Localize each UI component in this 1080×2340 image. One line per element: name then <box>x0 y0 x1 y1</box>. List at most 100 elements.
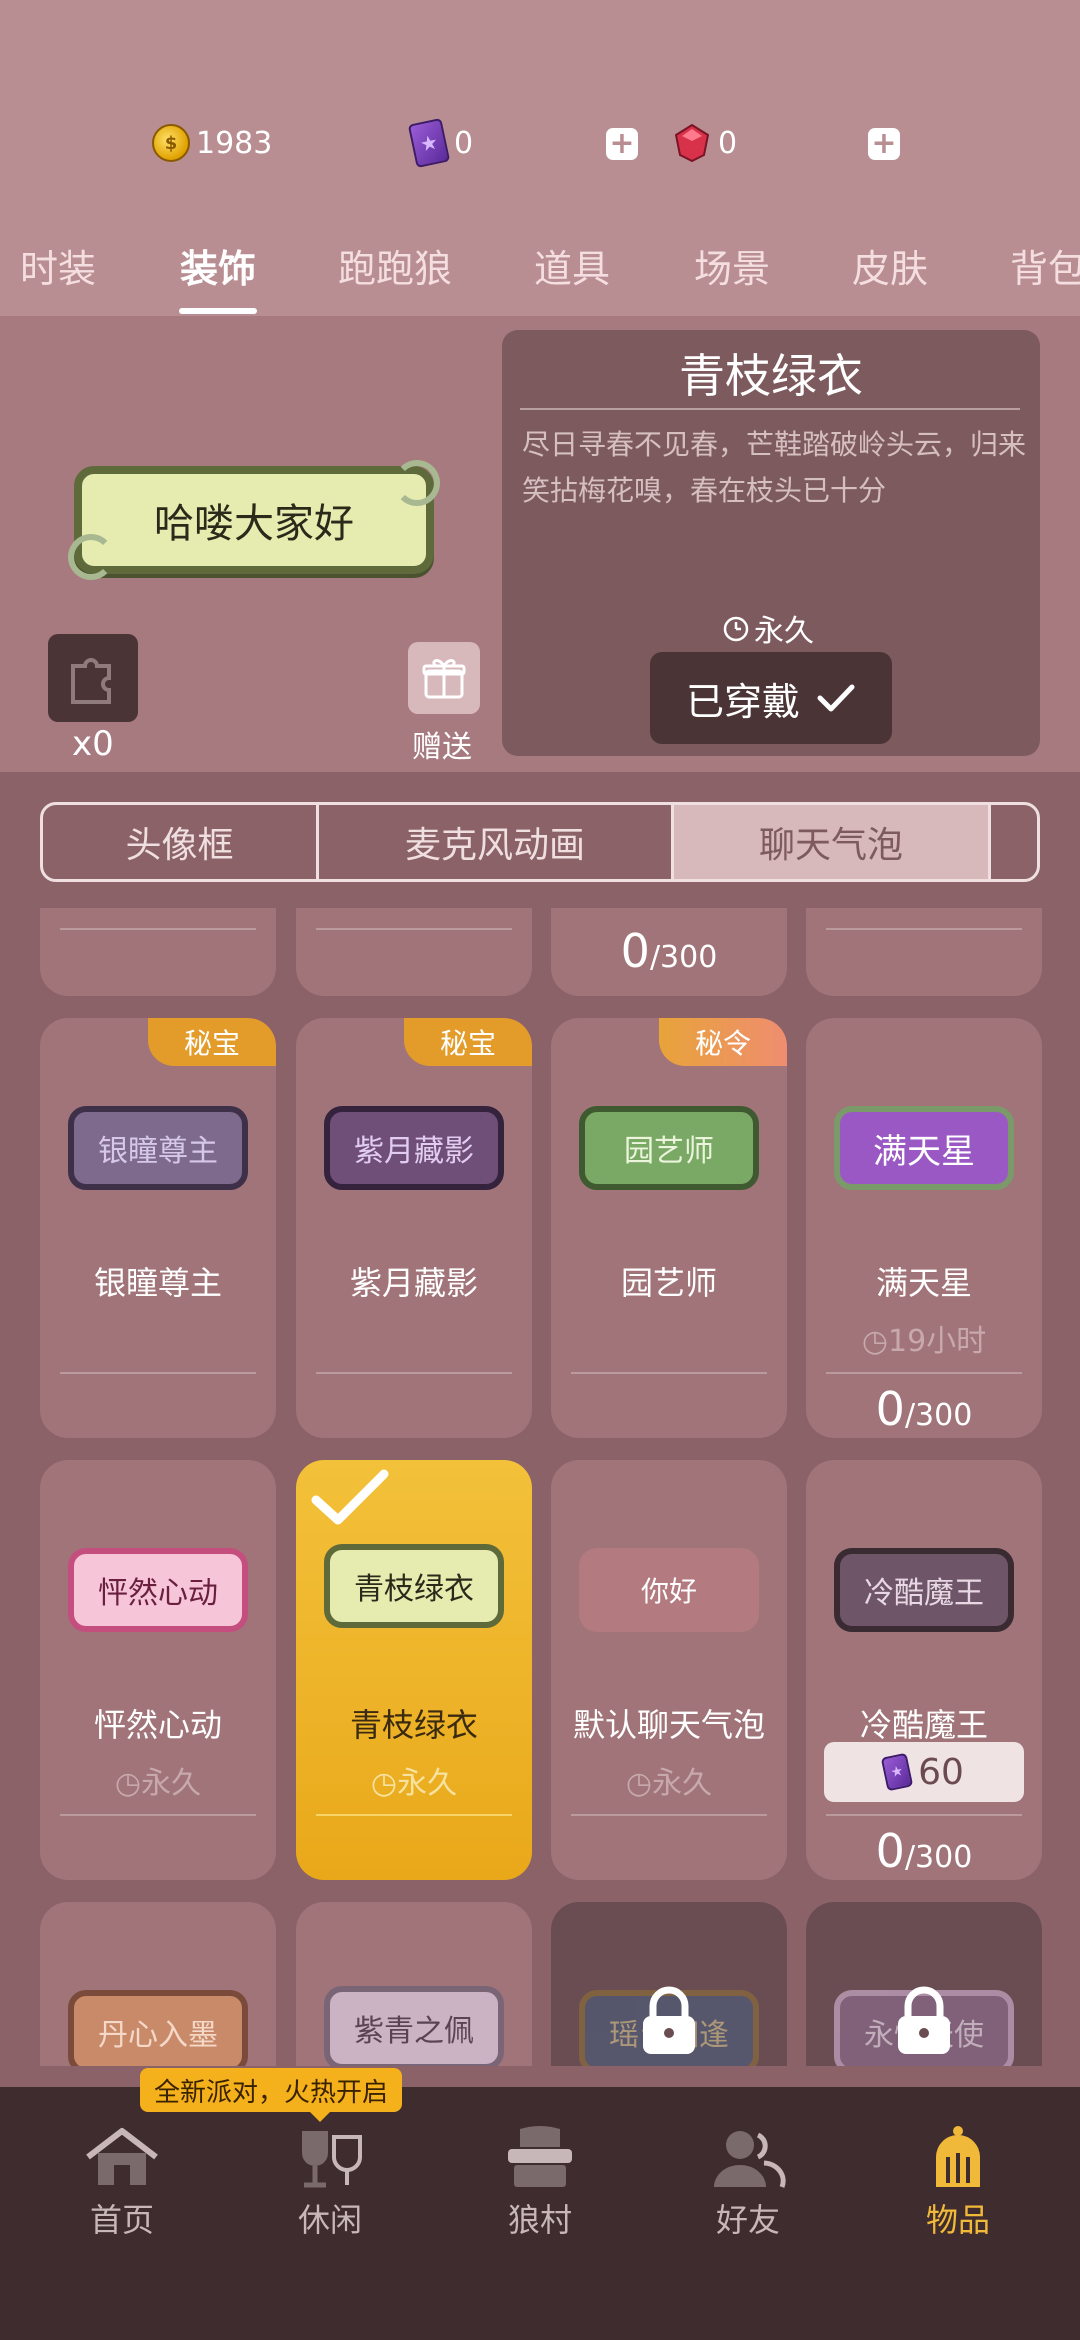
bubble-preview: 满天星 <box>834 1106 1014 1190</box>
nav-leisure[interactable]: 休闲 <box>270 2123 390 2241</box>
item-card-heartbeat[interactable]: 怦然心动 怦然心动 ◷永久 <box>40 1460 276 1880</box>
item-divider <box>826 1372 1022 1374</box>
home-icon <box>86 2128 158 2185</box>
card-amount: 0 <box>454 125 474 161</box>
nav-wolf-village[interactable]: 狼村 <box>480 2123 600 2241</box>
item-card-locked-1[interactable]: 瑶台相逢 <box>551 1902 787 2066</box>
category-tabs: 时装 装饰 跑跑狼 道具 场景 皮肤 背包 <box>0 238 1080 298</box>
list-item[interactable] <box>806 908 1042 996</box>
item-card-dan-xin[interactable]: 丹心入墨 <box>40 1902 276 2066</box>
duration-text: 永久 <box>141 1766 202 1801</box>
coin-icon: $ <box>152 124 190 162</box>
check-icon <box>817 684 855 712</box>
subtab-more[interactable] <box>991 805 1037 879</box>
card-icon: ★ <box>407 117 451 169</box>
subtab-mic-animation[interactable]: 麦克风动画 <box>319 805 674 879</box>
list-item[interactable] <box>40 908 276 996</box>
nav-home[interactable]: 首页 <box>62 2123 182 2241</box>
gold-balance: $ 1983 <box>152 118 272 168</box>
tab-scene[interactable]: 场景 <box>694 238 770 293</box>
nav-items[interactable]: 物品 <box>898 2123 1018 2241</box>
title-divider <box>520 408 1020 410</box>
item-card-purple-cyan[interactable]: 紫青之佩 <box>296 1902 532 2066</box>
duration-text: 19小时 <box>888 1324 987 1359</box>
item-divider <box>571 1814 767 1816</box>
gem-amount: 0 <box>718 125 738 161</box>
tab-decoration[interactable]: 装饰 <box>180 238 256 293</box>
item-card-starry-sky[interactable]: 满天星 满天星 ◷19小时 0/300 <box>806 1018 1042 1438</box>
list-item[interactable] <box>296 908 532 996</box>
nav-leisure-label: 休闲 <box>297 2201 362 2239</box>
item-card-green-branch[interactable]: 青枝绿衣 青枝绿衣 ◷永久 <box>296 1460 532 1880</box>
item-name: 怦然心动 <box>93 1706 222 1744</box>
item-divider <box>316 928 512 930</box>
item-name: 紫月藏影 <box>349 1264 478 1302</box>
item-divider <box>826 1814 1022 1816</box>
item-duration: ◷永久 <box>40 1758 276 1802</box>
item-card-cool-demon[interactable]: 冷酷魔王 冷酷魔王 ★ 60 0/300 <box>806 1460 1042 1880</box>
subtab-chat-bubble[interactable]: 聊天气泡 <box>674 805 991 879</box>
item-card-purple-moon[interactable]: 秘宝 紫月藏影 紫月藏影 <box>296 1018 532 1438</box>
item-duration: ◷永久 <box>551 1758 787 1802</box>
progress-total: /300 <box>649 940 718 975</box>
lock-icon <box>643 1986 695 2054</box>
clock-icon: ◷ <box>370 1766 398 1801</box>
gem-balance: 0 <box>672 118 737 168</box>
item-card-silver-pupil[interactable]: 秘宝 银瞳尊主 银瞳尊主 <box>40 1018 276 1438</box>
nav-items-label: 物品 <box>925 2201 990 2239</box>
tab-props[interactable]: 道具 <box>534 238 610 293</box>
list-item[interactable]: 0/300 <box>551 908 787 996</box>
rarity-tag: 秘宝 <box>404 1018 532 1066</box>
clock-icon: ◷ <box>625 1766 653 1801</box>
worn-button[interactable]: 已穿戴 <box>650 652 892 744</box>
puzzle-count: x0 <box>72 724 114 764</box>
item-name: 冷酷魔王 <box>859 1706 988 1744</box>
tab-fashion[interactable]: 时装 <box>20 238 96 293</box>
active-tab-indicator <box>179 308 257 314</box>
gold-amount: 1983 <box>196 125 273 161</box>
add-gems-button[interactable]: + <box>868 128 900 160</box>
progress-current: 0 <box>875 1824 905 1878</box>
lock-icon <box>898 1986 950 2054</box>
promo-tooltip[interactable]: 全新派对，火热开启 <box>140 2068 403 2122</box>
item-divider <box>571 1372 767 1374</box>
item-card-gardener[interactable]: 秘令 园艺师 园艺师 <box>551 1018 787 1438</box>
item-divider <box>826 928 1022 930</box>
item-grid: 0/300 秘宝 银瞳尊主 银瞳尊主 秘宝 紫月藏影 紫月藏影 秘令 园艺师 园… <box>0 908 1080 2066</box>
nav-friends[interactable]: 好友 <box>688 2123 808 2241</box>
item-divider <box>316 1372 512 1374</box>
item-progress: 0/300 <box>806 1824 1042 1878</box>
add-cards-button[interactable]: + <box>606 128 638 160</box>
item-name: 银瞳尊主 <box>93 1264 222 1302</box>
bubble-preview: 紫青之佩 <box>324 1986 504 2066</box>
item-card-locked-2[interactable]: 永恒天使 <box>806 1902 1042 2066</box>
item-progress: 0/300 <box>806 1382 1042 1436</box>
price-tag[interactable]: ★ 60 <box>824 1742 1024 1802</box>
tab-skin[interactable]: 皮肤 <box>852 238 928 293</box>
item-divider <box>60 1372 256 1374</box>
item-duration: 永久 <box>722 606 814 650</box>
progress-total: /300 <box>904 1840 973 1875</box>
gem-icon <box>674 123 710 163</box>
bubble-preview: 冷酷魔王 <box>834 1548 1014 1632</box>
item-name: 青枝绿衣 <box>349 1706 478 1744</box>
item-duration: ◷19小时 <box>806 1316 1042 1360</box>
bubble-preview: 怦然心动 <box>68 1548 248 1632</box>
nav-wolf-village-label: 狼村 <box>507 2201 572 2239</box>
item-divider <box>60 928 256 930</box>
rarity-tag: 秘令 <box>659 1018 787 1066</box>
tab-running-wolf[interactable]: 跑跑狼 <box>338 238 452 293</box>
gift-icon[interactable] <box>408 642 480 714</box>
progress-current: 0 <box>620 924 650 978</box>
rarity-tag: 秘宝 <box>148 1018 276 1066</box>
items-icon <box>936 2126 980 2187</box>
item-card-default-bubble[interactable]: 你好 默认聊天气泡 ◷永久 <box>551 1460 787 1880</box>
puzzle-icon[interactable] <box>48 634 138 722</box>
tab-backpack[interactable]: 背包 <box>1010 238 1080 293</box>
friends-icon <box>714 2131 786 2188</box>
village-icon <box>508 2126 572 2187</box>
gift-label[interactable]: 赠送 <box>412 722 472 766</box>
subtab-avatar-frame[interactable]: 头像框 <box>43 805 319 879</box>
item-duration: ◷永久 <box>296 1758 532 1802</box>
item-divider <box>60 1814 256 1816</box>
